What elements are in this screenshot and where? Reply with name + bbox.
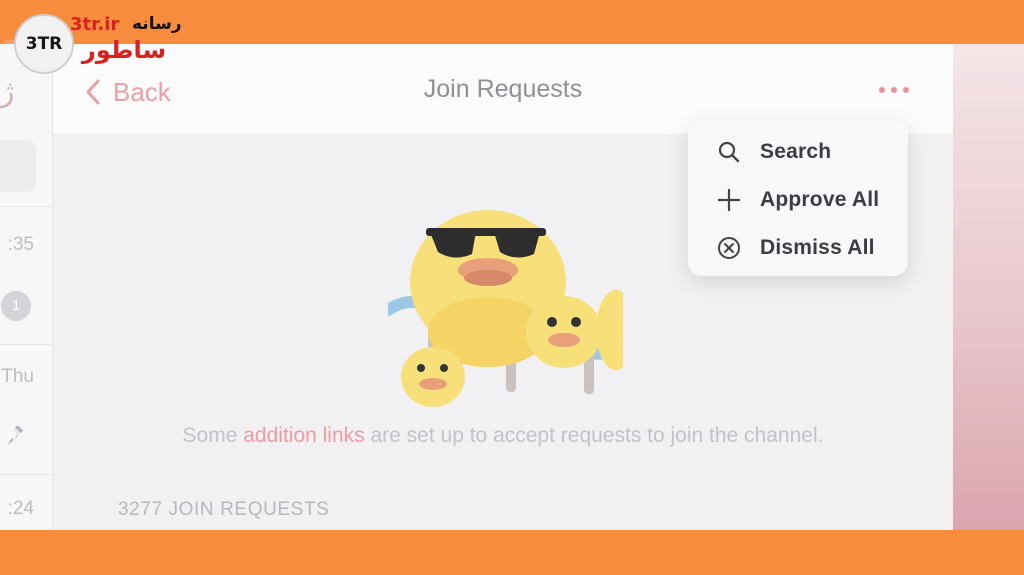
caption-text: are set up to accept requests to join th… [364,424,824,447]
chat-search-field[interactable] [0,140,36,192]
more-dots-icon [903,87,909,93]
bottom-frame-bar [0,530,1024,575]
more-dots-icon [879,87,885,93]
chat-list-panel: ژ :35 1 Thu :24 [0,44,53,530]
chat-list-corner-glyph: ژ [0,75,15,108]
screenshot-area: ژ :35 1 Thu :24 Back Join Requests Some … [0,44,1024,530]
menu-item-label: Dismiss All [760,236,875,259]
join-requests-pane: Back Join Requests Some addition links a… [53,44,953,530]
empty-state-caption: Some addition links are set up to accept… [53,424,953,448]
options-menu: Search Approve All Dismiss All [688,120,908,276]
logo-badge-text: 3TR [25,34,63,54]
unread-badge: 1 [1,291,31,321]
divider [0,206,52,207]
search-icon [718,141,740,163]
divider [0,474,52,475]
page-title: Join Requests [423,75,583,103]
plus-icon [717,188,741,212]
site-watermark-logo: 3TR 3tr.ir رسانه ساطور [4,8,200,74]
logo-title-line1: رسانه [132,14,182,34]
menu-item-dismiss-all[interactable]: Dismiss All [688,224,908,272]
join-requests-count: 3277 JOIN REQUESTS [118,499,330,520]
chat-time: :35 [7,234,34,255]
pin-icon [8,426,24,444]
logo-title-line2: ساطور [82,36,167,64]
addition-links-link[interactable]: addition links [243,424,364,447]
logo-site-text: 3tr.ir [70,14,120,35]
chat-time: Thu [1,366,34,387]
circle-x-icon [718,237,740,259]
more-dots-icon [891,87,897,93]
chat-time: :24 [7,498,34,519]
logo-badge: 3TR [14,14,74,74]
menu-item-label: Approve All [760,188,880,211]
ducks-illustration [388,210,623,407]
background-edge [953,44,1024,530]
caption-text: Some [182,424,244,447]
more-options-button[interactable] [874,82,914,98]
divider [0,344,52,345]
menu-item-label: Search [760,140,832,163]
menu-item-approve-all[interactable]: Approve All [688,176,908,224]
menu-item-search[interactable]: Search [688,128,908,176]
